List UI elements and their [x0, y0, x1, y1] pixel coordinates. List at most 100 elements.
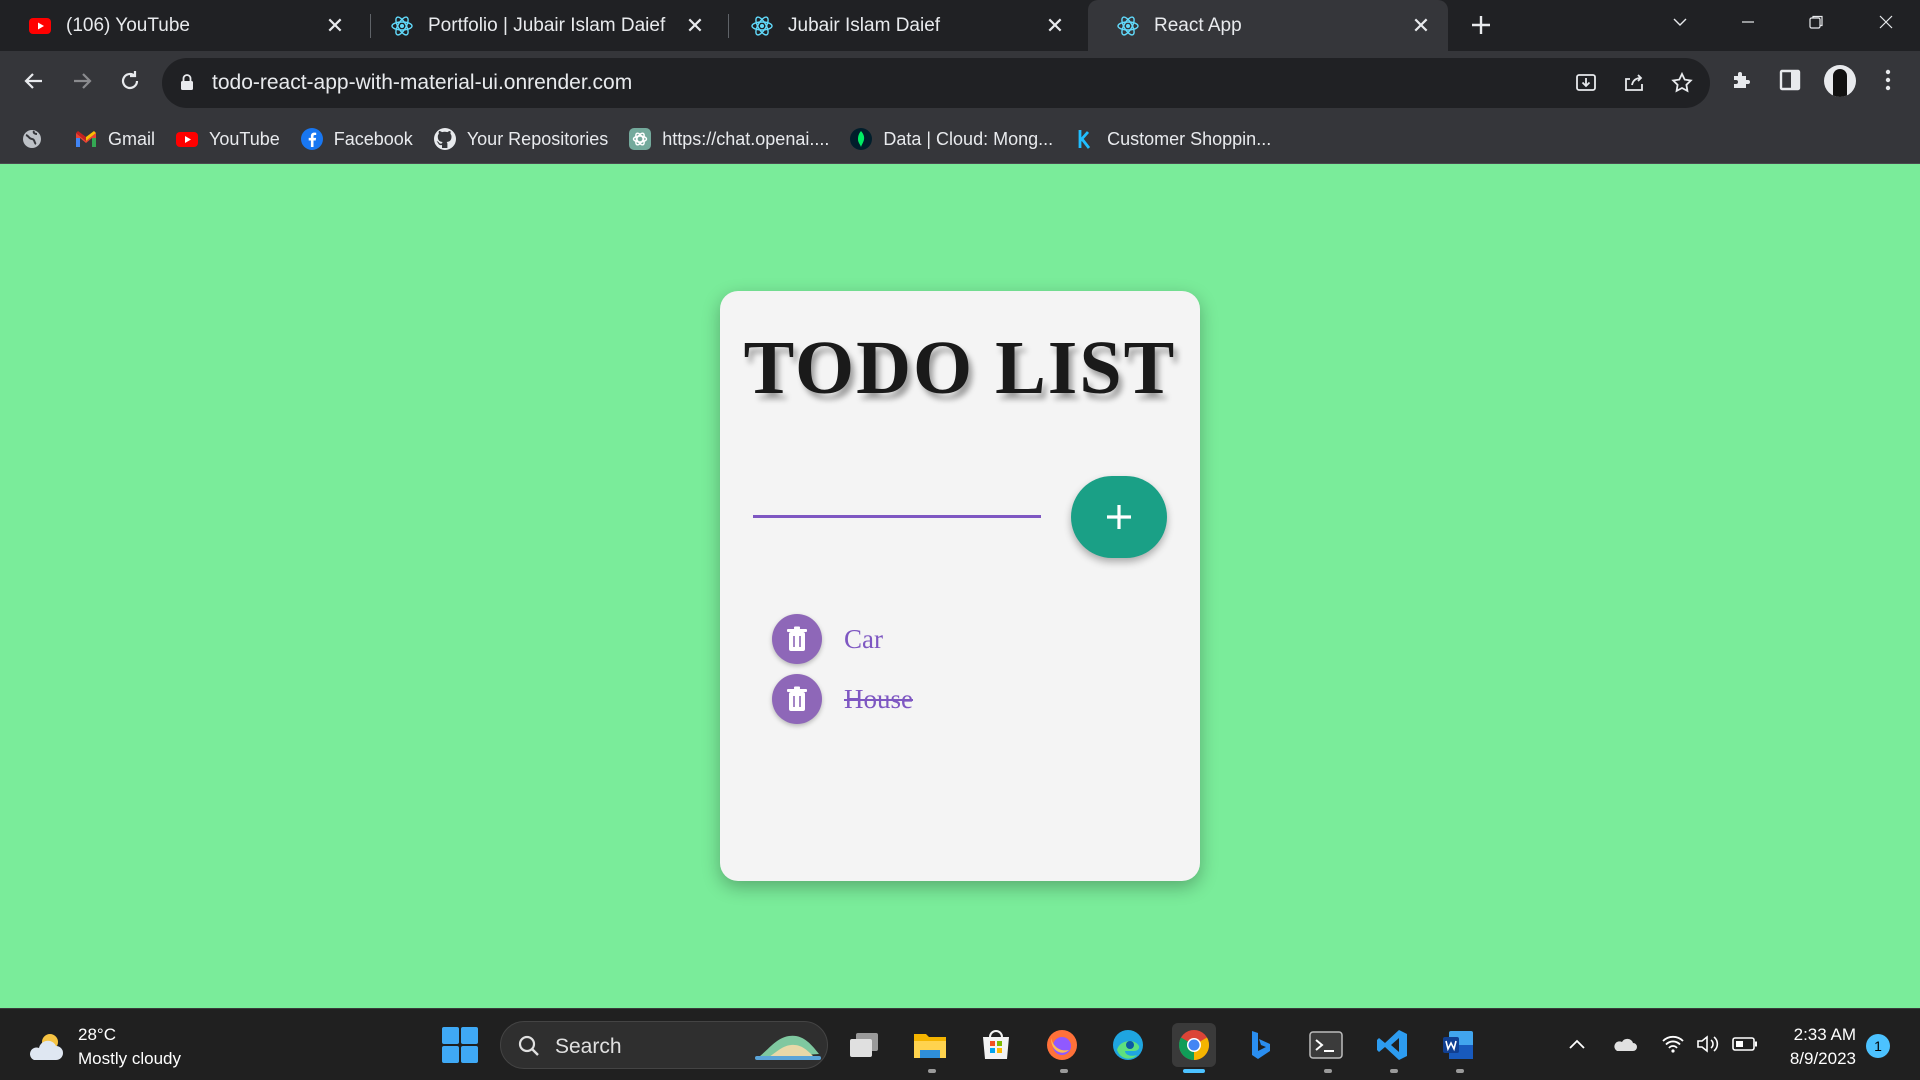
side-panel-button[interactable]: [1774, 64, 1806, 96]
bookmark-mongodb[interactable]: Data | Cloud: Mong...: [849, 127, 1053, 151]
gmail-icon: [74, 127, 98, 151]
restore-button[interactable]: [1788, 0, 1844, 44]
bing-icon: [1252, 1031, 1270, 1059]
puzzle-icon: [1734, 72, 1750, 88]
tab-jubair[interactable]: Jubair Islam Daief ✕: [722, 0, 1082, 51]
install-icon: [1576, 74, 1596, 91]
chevron-up-icon: [1569, 1039, 1585, 1049]
file-explorer-button[interactable]: [908, 1023, 952, 1067]
bookmarks-bar: Gmail YouTube Facebook Your Repositories…: [0, 115, 1920, 163]
todo-item[interactable]: Car: [772, 609, 913, 669]
bing-button[interactable]: [1238, 1023, 1282, 1067]
microsoft-store-button[interactable]: [974, 1023, 1018, 1067]
install-app-button[interactable]: [1572, 69, 1600, 97]
youtube-icon: [175, 127, 199, 151]
bookmark-chatgpt[interactable]: https://chat.openai....: [628, 127, 829, 151]
add-todo-button[interactable]: [1071, 476, 1167, 558]
close-window-button[interactable]: [1858, 0, 1914, 44]
minimize-icon: [1742, 21, 1754, 23]
folder-icon: [914, 1034, 946, 1058]
clock-date: 8/9/2023: [1789, 1049, 1856, 1068]
todo-item[interactable]: House: [772, 669, 913, 729]
chrome-icon: [1178, 1030, 1210, 1060]
todo-input[interactable]: [753, 478, 1041, 518]
show-hidden-icons-button[interactable]: [1562, 1029, 1592, 1059]
tab-react-app[interactable]: React App ✕: [1088, 0, 1448, 51]
bookmark-label: Facebook: [333, 128, 413, 149]
firefox-icon: [1047, 1030, 1077, 1060]
windows-logo-tile: [461, 1046, 478, 1063]
volume-button[interactable]: [1694, 1029, 1724, 1059]
bookmark-star-button[interactable]: [1668, 69, 1696, 97]
edge-button[interactable]: [1106, 1023, 1150, 1067]
chrome-menu-button[interactable]: [1872, 64, 1904, 96]
todo-item-text-completed[interactable]: House: [844, 684, 913, 715]
plus-icon: [1107, 505, 1131, 529]
firefox-button[interactable]: [1040, 1023, 1084, 1067]
tab-label: Jubair Islam Daief: [788, 14, 941, 36]
tab-label: (106) YouTube: [66, 14, 190, 36]
cloud-icon: [1614, 1038, 1637, 1051]
todo-item-text[interactable]: Car: [844, 624, 883, 655]
word-icon: [1443, 1031, 1473, 1059]
bookmark-label: Data | Cloud: Mong...: [883, 128, 1054, 149]
delete-button[interactable]: [772, 614, 822, 664]
close-icon[interactable]: ✕: [680, 11, 710, 41]
react-icon: [1117, 15, 1139, 36]
side-panel-icon: [1779, 69, 1801, 91]
todo-card: TODO LIST Car House: [720, 291, 1200, 881]
forward-button[interactable]: [62, 61, 102, 101]
address-bar[interactable]: todo-react-app-with-material-ui.onrender…: [162, 58, 1710, 108]
weather-widget[interactable]: 28°C Mostly cloudy: [26, 1023, 181, 1071]
windows-taskbar: 28°C Mostly cloudy Search 2:33 AM 8/9/20…: [0, 1008, 1920, 1080]
notification-badge[interactable]: 1: [1866, 1034, 1890, 1058]
wifi-button[interactable]: [1658, 1029, 1688, 1059]
bookmark-facebook[interactable]: Facebook: [300, 127, 413, 151]
bookmark-kaggle[interactable]: Customer Shoppin...: [1073, 127, 1271, 151]
bookmark-youtube[interactable]: YouTube: [175, 127, 280, 151]
lock-icon[interactable]: [180, 73, 194, 91]
restore-icon: [1809, 15, 1823, 29]
vscode-button[interactable]: [1370, 1023, 1414, 1067]
tab-portfolio[interactable]: Portfolio | Jubair Islam Daief ✕: [362, 0, 722, 51]
edge-icon: [1113, 1030, 1143, 1060]
chevron-down-icon: [1673, 18, 1687, 26]
word-button[interactable]: [1436, 1023, 1480, 1067]
back-button[interactable]: [14, 61, 54, 101]
bookmark-apps[interactable]: [20, 127, 54, 151]
wifi-icon: [1662, 1035, 1684, 1053]
battery-button[interactable]: [1730, 1029, 1760, 1059]
tab-search-button[interactable]: [1652, 0, 1708, 44]
bookmark-github[interactable]: Your Repositories: [433, 127, 608, 151]
star-icon: [1671, 71, 1693, 93]
tab-youtube[interactable]: (106) YouTube ✕: [0, 0, 362, 51]
system-clock[interactable]: 2:33 AM 8/9/2023: [1770, 1023, 1856, 1071]
new-tab-button[interactable]: [1464, 8, 1498, 42]
terminal-icon: [1309, 1031, 1343, 1059]
start-button[interactable]: [442, 1027, 478, 1063]
onedrive-button[interactable]: [1610, 1029, 1640, 1059]
task-view-button[interactable]: [842, 1023, 886, 1067]
taskbar-search[interactable]: Search: [500, 1021, 828, 1069]
terminal-button[interactable]: [1304, 1023, 1348, 1067]
minimize-button[interactable]: [1720, 0, 1776, 44]
share-button[interactable]: [1620, 69, 1648, 97]
battery-icon: [1732, 1037, 1757, 1051]
trash-icon: [787, 626, 807, 651]
extensions-button[interactable]: [1726, 64, 1758, 96]
close-icon[interactable]: ✕: [1040, 11, 1070, 41]
close-icon[interactable]: ✕: [1406, 11, 1436, 41]
chrome-button[interactable]: [1172, 1023, 1216, 1067]
delete-button[interactable]: [772, 674, 822, 724]
profile-avatar[interactable]: [1824, 65, 1856, 97]
share-icon: [1625, 74, 1643, 91]
task-view-icon: [850, 1033, 878, 1057]
windows-logo-tile: [442, 1046, 459, 1063]
close-icon[interactable]: ✕: [320, 11, 350, 41]
bookmark-gmail[interactable]: Gmail: [74, 127, 155, 151]
url-text[interactable]: todo-react-app-with-material-ui.onrender…: [212, 71, 632, 95]
active-indicator: [1183, 1069, 1205, 1073]
reload-button[interactable]: [110, 61, 150, 101]
more-vertical-icon: [1885, 69, 1891, 91]
windows-logo-tile: [461, 1027, 478, 1044]
